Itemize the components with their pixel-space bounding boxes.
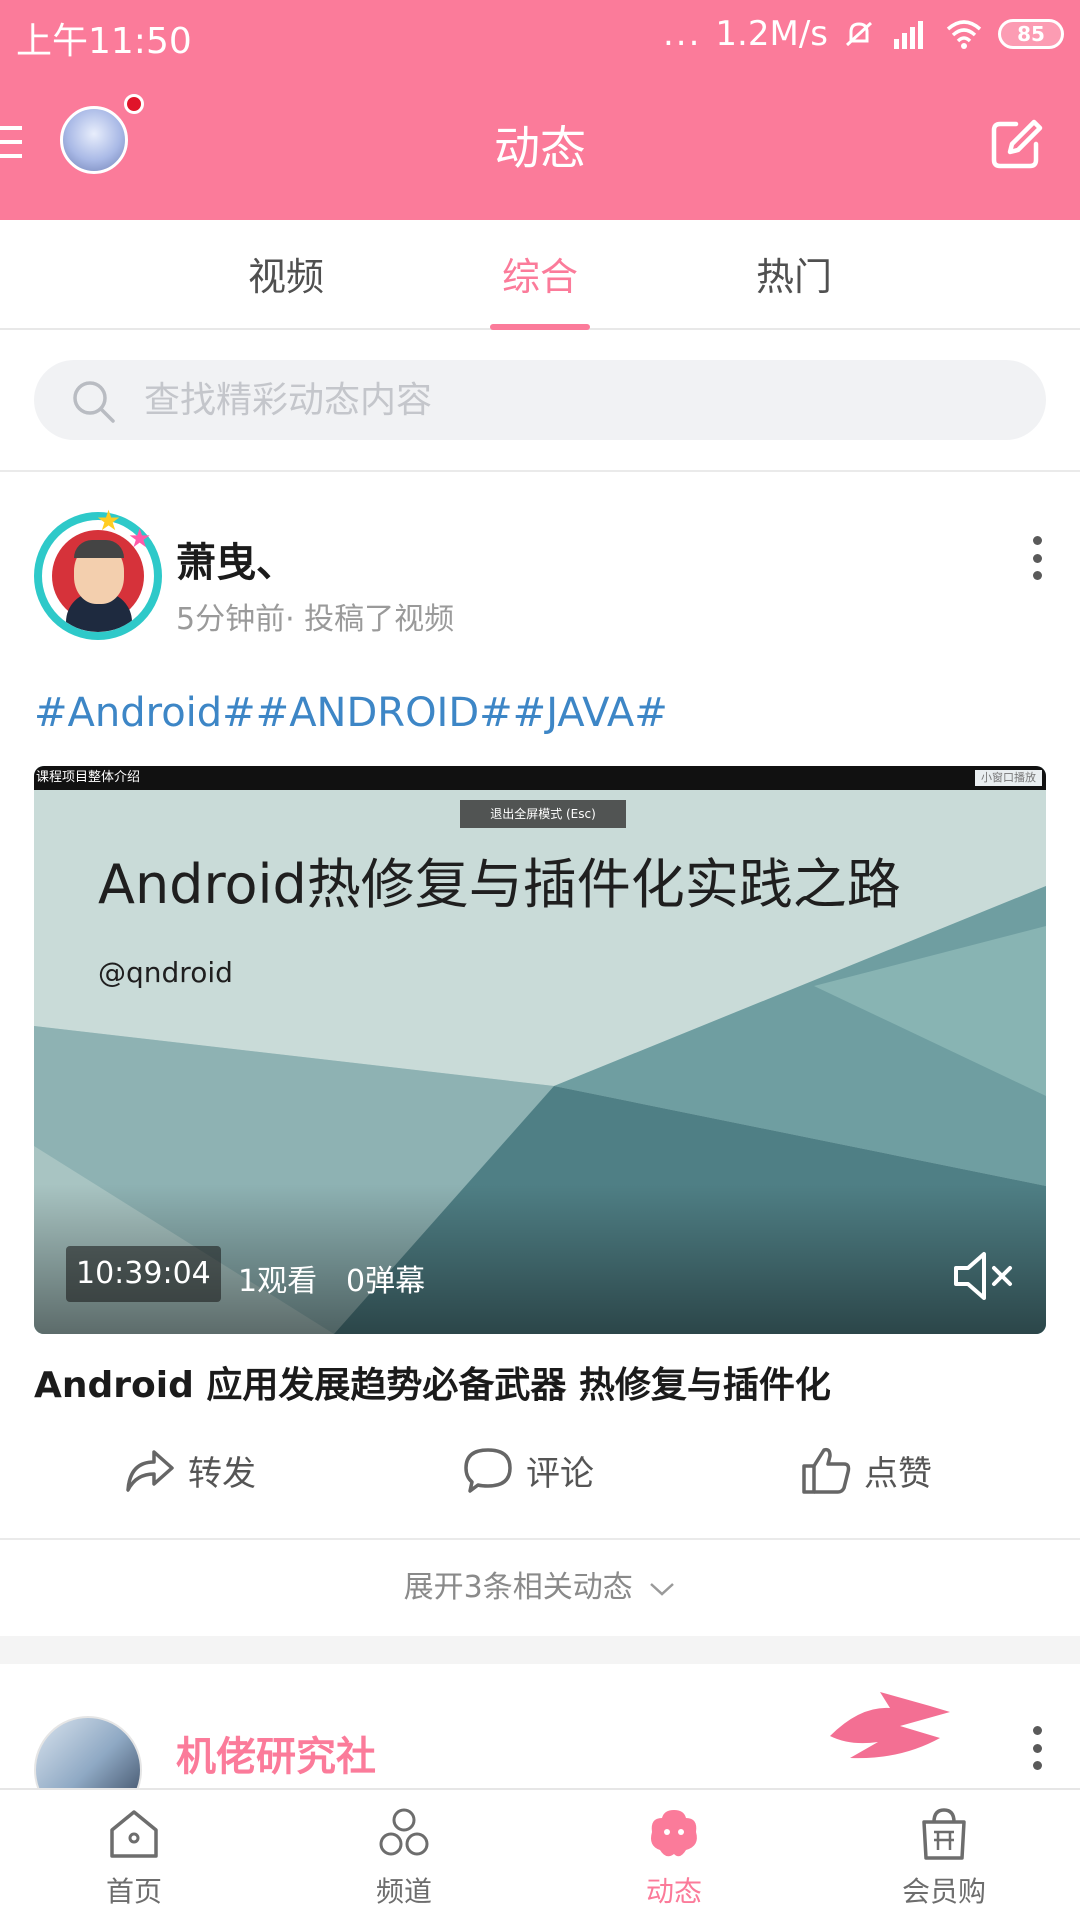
nav-channels[interactable]: 频道 bbox=[334, 1806, 474, 1910]
video-player[interactable]: 课程项目整体介绍 小窗口播放 退出全屏模式 (Esc) Android热修复与插… bbox=[34, 766, 1046, 1334]
tab-general[interactable]: 综合 bbox=[460, 246, 620, 301]
tab-video[interactable]: 视频 bbox=[206, 246, 366, 301]
more-options-icon[interactable] bbox=[1030, 1726, 1044, 1770]
wifi-icon bbox=[946, 20, 982, 49]
search-icon bbox=[73, 381, 115, 423]
nav-home[interactable]: 首页 bbox=[64, 1806, 204, 1910]
dynamics-icon bbox=[651, 1810, 697, 1857]
battery-icon: 85 bbox=[998, 19, 1064, 49]
brand-badge-icon bbox=[830, 1692, 950, 1759]
slide-subtitle: @qndroid bbox=[98, 956, 233, 989]
exit-fullscreen-label: 退出全屏模式 (Esc) bbox=[460, 800, 626, 828]
slide-title: Android热修复与插件化实践之路 bbox=[98, 853, 901, 916]
comment-label: 评论 bbox=[526, 1453, 594, 1494]
post-author-name[interactable]: 机佬研究社 bbox=[176, 1724, 376, 1782]
nav-member-shop[interactable]: 会员购 bbox=[874, 1806, 1014, 1910]
status-dots: ... bbox=[662, 14, 702, 54]
nav-dynamics[interactable]: 动态 bbox=[604, 1806, 744, 1910]
post-hashtags[interactable]: #Android##ANDROID##JAVA# bbox=[34, 690, 668, 736]
feed-tabs: 视频 综合 热门 bbox=[0, 220, 1080, 330]
expand-related-button[interactable]: 展开3条相关动态 bbox=[0, 1562, 1080, 1606]
post-meta: 5分钟前· 投稿了视频 bbox=[176, 602, 455, 637]
compose-icon[interactable] bbox=[988, 116, 1044, 172]
bottom-navigation: 首页 频道 动态 会员购 bbox=[0, 1788, 1080, 1920]
nav-channels-label: 频道 bbox=[375, 1875, 432, 1908]
video-views: 1观看 bbox=[238, 1264, 318, 1299]
page-title: 动态 bbox=[494, 121, 586, 175]
mute-bell-icon bbox=[845, 21, 873, 47]
status-bar: 上午11:50 ... 1.2M/s 85 bbox=[0, 0, 1080, 70]
star-decoration-icon: ★ bbox=[96, 504, 122, 537]
divider bbox=[0, 470, 1080, 472]
nav-home-label: 首页 bbox=[105, 1875, 162, 1908]
mute-icon[interactable] bbox=[952, 1248, 1016, 1304]
nav-dynamics-label: 动态 bbox=[645, 1875, 702, 1908]
app-header: 上午11:50 ... 1.2M/s 85 动态 bbox=[0, 0, 1080, 220]
share-icon bbox=[126, 1450, 174, 1492]
more-options-icon[interactable] bbox=[1030, 536, 1044, 580]
net-speed: 1.2M/s bbox=[715, 14, 828, 54]
divider bbox=[0, 1538, 1080, 1540]
channels-icon bbox=[379, 1808, 429, 1856]
like-button[interactable]: 点赞 bbox=[800, 1440, 932, 1500]
top-bar: 动态 bbox=[0, 90, 1080, 200]
comment-button[interactable]: 评论 bbox=[462, 1440, 594, 1500]
chevron-down-icon bbox=[650, 1582, 675, 1596]
comment-icon bbox=[464, 1448, 512, 1493]
expand-related-label: 展开3条相关动态 bbox=[403, 1570, 633, 1605]
status-indicators: ... 1.2M/s 85 bbox=[663, 10, 1064, 58]
search-bar[interactable] bbox=[34, 360, 1046, 440]
thumbs-up-icon bbox=[802, 1447, 851, 1494]
video-duration: 10:39:04 bbox=[66, 1246, 221, 1302]
video-top-strip: 课程项目整体介绍 bbox=[34, 766, 1046, 790]
battery-level: 85 bbox=[1017, 22, 1045, 46]
post-actions: 转发 评论 点赞 bbox=[0, 1440, 1080, 1500]
section-separator bbox=[0, 1636, 1080, 1664]
post-author-name[interactable]: 萧曳、 bbox=[176, 530, 296, 588]
home-icon bbox=[110, 1810, 158, 1858]
avatar-figure-hair bbox=[74, 540, 124, 558]
status-time: 上午11:50 bbox=[16, 21, 192, 62]
star-decoration-icon: ★ bbox=[128, 524, 152, 554]
nav-member-shop-label: 会员购 bbox=[901, 1875, 986, 1908]
search-input[interactable] bbox=[144, 370, 1004, 430]
mini-window-label: 小窗口播放 bbox=[975, 770, 1042, 786]
share-label: 转发 bbox=[188, 1453, 256, 1494]
signal-icon bbox=[894, 21, 923, 49]
video-title[interactable]: Android 应用发展趋势必备武器 热修复与插件化 bbox=[34, 1356, 831, 1408]
active-tab-indicator bbox=[490, 324, 590, 330]
video-danmaku-count: 0弹幕 bbox=[346, 1264, 426, 1299]
like-label: 点赞 bbox=[864, 1453, 932, 1494]
shopping-bag-icon bbox=[922, 1808, 966, 1860]
share-button[interactable]: 转发 bbox=[124, 1440, 256, 1500]
notification-dot bbox=[124, 94, 144, 114]
tab-hot[interactable]: 热门 bbox=[714, 246, 874, 301]
